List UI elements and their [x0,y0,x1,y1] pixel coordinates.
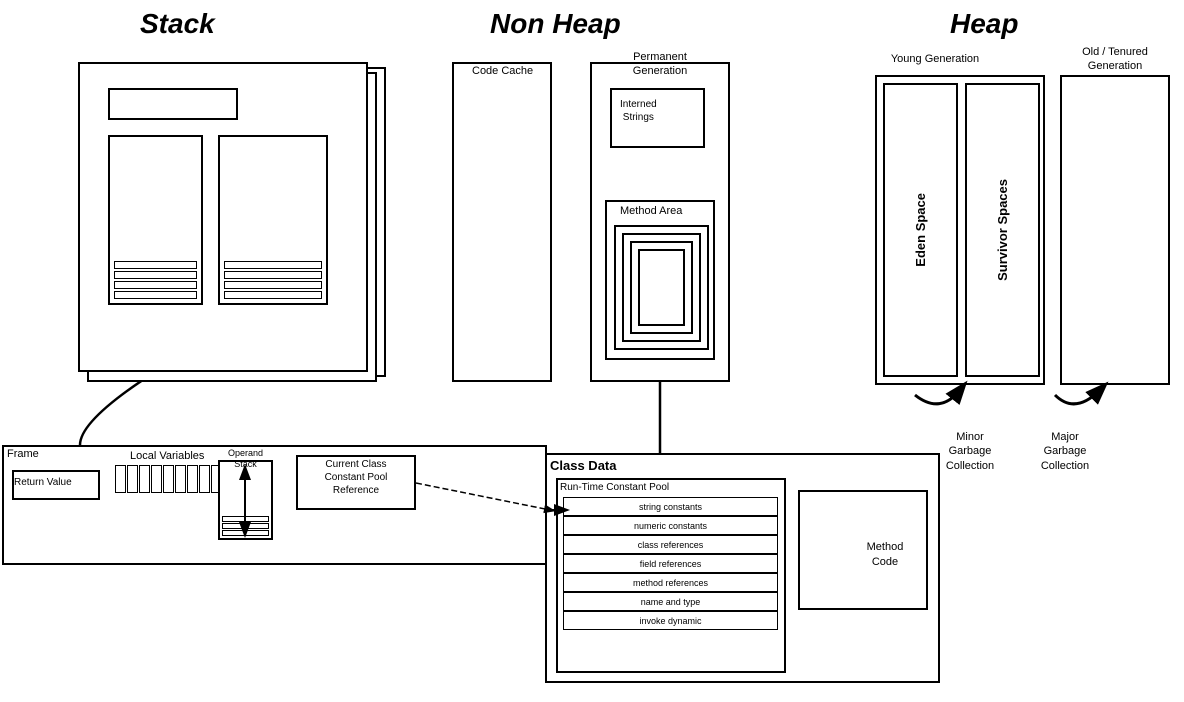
old-generation-box [1060,75,1170,385]
native-stack-box [218,135,328,305]
lv-cell-7 [187,465,198,493]
method-area-nested-4 [638,249,685,326]
method-area-label: Method Area [620,205,682,217]
local-variables-label: Local Variables [130,450,204,462]
operand-stack-label: OperandStack [218,448,273,470]
runtime-pool-label: Run-Time Constant Pool [560,482,669,493]
current-class-label: Current ClassConstant PoolReference [298,458,414,497]
minor-gc-label: MinorGarbageCollection [930,430,1010,473]
lv-cell-4 [151,465,162,493]
pool-row-7: invoke dynamic [563,611,778,630]
nonheap-title: Non Heap [490,8,621,40]
eden-space-label-wrapper: Eden Space [885,83,956,377]
local-variables-grid [115,465,222,493]
young-generation-label: Young Generation [875,53,995,65]
code-cache-label: Code Cache [472,65,533,77]
pool-row-3: class references [563,535,778,554]
pool-row-2: numeric constants [563,516,778,535]
survivor-spaces-label: Survivor Spaces [995,179,1010,281]
heap-title: Heap [950,8,1018,40]
return-value-label: Return Value [14,477,72,488]
interned-strings-label: InternedStrings [620,98,657,124]
pool-row-4: field references [563,554,778,573]
survivor-spaces-label-wrapper: Survivor Spaces [967,83,1038,377]
pool-row-1: string constants [563,497,778,516]
lv-cell-6 [175,465,186,493]
stack-title: Stack [140,8,215,40]
pool-row-6: name and type [563,592,778,611]
lv-cell-2 [127,465,138,493]
lv-cell-5 [163,465,174,493]
permanent-generation-label: PermanentGeneration [605,50,715,79]
stack-inner-box [108,135,203,305]
code-cache-box [452,62,552,382]
major-gc-label: MajorGarbageCollection [1025,430,1105,473]
eden-space-label: Eden Space [913,193,928,267]
old-generation-label: Old / TenuredGeneration [1060,45,1170,74]
pool-row-5: method references [563,573,778,592]
operand-stack-box [218,460,273,540]
lv-cell-8 [199,465,210,493]
lv-cell-1 [115,465,126,493]
frame-box [2,445,547,565]
class-data-label: Class Data [550,458,616,473]
lv-cell-3 [139,465,150,493]
method-code-label: MethodCode [820,540,950,571]
program-counter-box [108,88,238,120]
frame-label: Frame [7,448,39,460]
jvm-memory-diagram: Stack Non Heap Heap Thread Program Count… [0,0,1184,702]
